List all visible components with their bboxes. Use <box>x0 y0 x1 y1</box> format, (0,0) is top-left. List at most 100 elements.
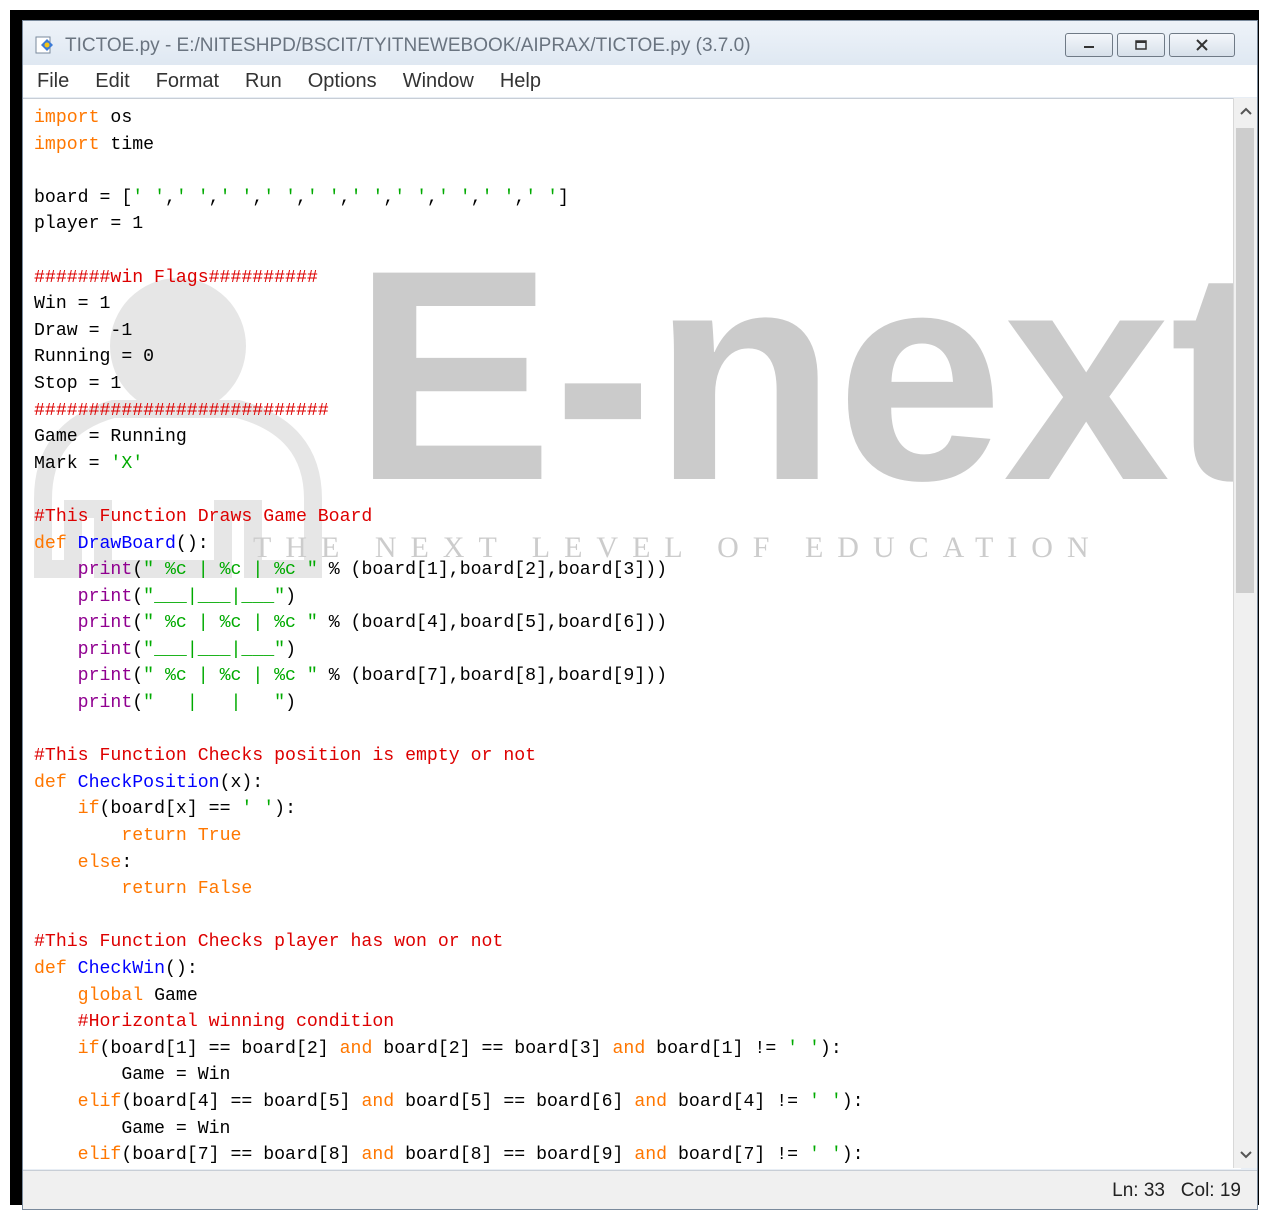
code-token: def <box>34 772 67 793</box>
restore-icon <box>1135 40 1147 50</box>
code-token: print <box>77 639 133 660</box>
menu-item-file[interactable]: File <box>37 70 69 93</box>
code-line[interactable]: #Horizontal winning condition <box>34 1009 864 1036</box>
code-line[interactable]: if(board[x] == ' '): <box>34 796 864 823</box>
code-token: Game = Running <box>34 427 187 448</box>
code-token: % (board[7],board[8],board[9])) <box>317 666 668 687</box>
code-token: ' ' <box>219 187 253 208</box>
code-token: print <box>77 693 133 714</box>
code-token: player = 1 <box>34 214 144 235</box>
code-token: and <box>634 1145 668 1166</box>
code-line[interactable]: if(board[1] == board[2] and board[2] == … <box>34 1036 864 1063</box>
code-line[interactable]: return True <box>34 823 864 850</box>
code-token: (): <box>165 959 198 979</box>
code-line[interactable]: global Game <box>34 983 864 1010</box>
code-line[interactable]: Game = Running <box>34 424 864 451</box>
menu-item-format[interactable]: Format <box>156 70 219 93</box>
code-token: CheckPosition <box>77 772 220 793</box>
code-token: DrawBoard <box>77 533 176 554</box>
code-line[interactable]: elif(board[7] == board[8] and board[8] =… <box>34 1142 864 1169</box>
code-token: ' ' <box>306 187 340 208</box>
maximize-button[interactable] <box>1117 33 1165 57</box>
code-line[interactable]: else: <box>34 850 864 877</box>
code-line[interactable]: print(" %c | %c | %c " % (board[4],board… <box>34 610 864 637</box>
code-token: ########################### <box>34 400 329 421</box>
minimize-button[interactable] <box>1065 33 1113 57</box>
code-token: #This Function Draws Game Board <box>34 506 373 527</box>
code-line[interactable]: Mark = 'X' <box>34 451 864 478</box>
code-token: board[5] == board[6] <box>394 1091 635 1112</box>
code-line[interactable]: #This Function Draws Game Board <box>34 504 864 531</box>
code-token: print <box>77 560 133 581</box>
code-token: ( <box>132 693 144 714</box>
code-line[interactable]: #This Function Checks player has won or … <box>34 929 864 956</box>
code-line[interactable]: Game = Win <box>34 1116 864 1143</box>
code-line[interactable]: Draw = -1 <box>34 318 864 345</box>
code-line[interactable] <box>34 477 864 504</box>
code-line[interactable]: Stop = 1 <box>34 371 864 398</box>
code-token: and <box>339 1038 373 1059</box>
code-line[interactable]: def CheckPosition(x): <box>34 770 864 797</box>
close-button[interactable] <box>1169 33 1235 57</box>
code-line[interactable] <box>34 903 864 930</box>
vertical-scrollbar[interactable] <box>1233 98 1257 1168</box>
code-line[interactable]: def DrawBoard(): <box>34 531 864 558</box>
code-token: , <box>427 187 438 208</box>
status-bar: Ln: 33 Col: 19 <box>23 1170 1257 1209</box>
code-line[interactable]: print(" %c | %c | %c " % (board[1],board… <box>34 557 864 584</box>
code-line[interactable] <box>34 238 864 265</box>
menu-item-run[interactable]: Run <box>245 70 282 93</box>
code-line[interactable]: ########################### <box>34 398 864 425</box>
code-line[interactable]: Game = Win <box>34 1062 864 1089</box>
code-line[interactable]: board = [' ',' ',' ',' ',' ',' ',' ',' '… <box>34 185 864 212</box>
code-token: print <box>77 666 133 687</box>
code-line[interactable]: import os <box>34 105 864 132</box>
code-token: True <box>197 826 242 847</box>
code-text[interactable]: import os import time board = [' ',' ',' … <box>34 105 864 1169</box>
code-token: Stop = 1 <box>34 373 122 394</box>
code-token: % (board[4],board[5],board[6])) <box>317 613 668 634</box>
code-token: board[8] == board[9] <box>394 1145 635 1166</box>
scroll-up-arrow-icon[interactable] <box>1239 106 1253 116</box>
code-token: ) <box>285 639 296 660</box>
code-token: def <box>34 533 67 554</box>
code-line[interactable]: import time <box>34 132 864 159</box>
code-line[interactable]: Win = 1 <box>34 291 864 318</box>
code-token: ' ' <box>394 187 428 208</box>
code-line[interactable]: #######win Flags########## <box>34 265 864 292</box>
title-bar[interactable]: TICTOE.py - E:/NITESHPD/BSCIT/TYITNEWEBO… <box>23 21 1257 65</box>
scrollbar-thumb[interactable] <box>1236 128 1254 593</box>
code-token: os <box>99 108 133 128</box>
code-token: Game = Win <box>34 1065 231 1086</box>
code-line[interactable]: Running = 0 <box>34 344 864 371</box>
code-line[interactable] <box>34 158 864 185</box>
code-token: #This Function Checks position is empty … <box>34 746 537 767</box>
menu-item-options[interactable]: Options <box>308 70 377 93</box>
menu-item-window[interactable]: Window <box>403 70 474 93</box>
code-token: and <box>361 1091 395 1112</box>
menu-item-edit[interactable]: Edit <box>95 70 129 93</box>
code-token: import <box>34 108 100 128</box>
code-line[interactable]: print(" %c | %c | %c " % (board[7],board… <box>34 663 864 690</box>
code-token: Game = Win <box>34 1118 231 1139</box>
code-token: % (board[1],board[2],board[3])) <box>317 560 668 581</box>
code-line[interactable]: print("___|___|___") <box>34 584 864 611</box>
code-line[interactable]: print(" | | ") <box>34 690 864 717</box>
code-line[interactable]: elif(board[4] == board[5] and board[5] =… <box>34 1089 864 1116</box>
code-editor[interactable]: E-next THE NEXT LEVEL OF EDUCATION impor… <box>23 98 1241 1169</box>
code-token: ( <box>132 586 144 607</box>
code-token: print <box>77 586 133 607</box>
code-line[interactable]: #This Function Checks position is empty … <box>34 743 864 770</box>
code-line[interactable]: def CheckWin(): <box>34 956 864 983</box>
code-token: ' ' <box>175 187 209 208</box>
scroll-down-arrow-icon[interactable] <box>1239 1150 1253 1160</box>
code-line[interactable]: player = 1 <box>34 211 864 238</box>
code-line[interactable]: return False <box>34 876 864 903</box>
menu-item-help[interactable]: Help <box>500 70 541 93</box>
code-line[interactable]: print("___|___|___") <box>34 637 864 664</box>
code-line[interactable] <box>34 717 864 744</box>
code-token: ( <box>132 560 144 581</box>
